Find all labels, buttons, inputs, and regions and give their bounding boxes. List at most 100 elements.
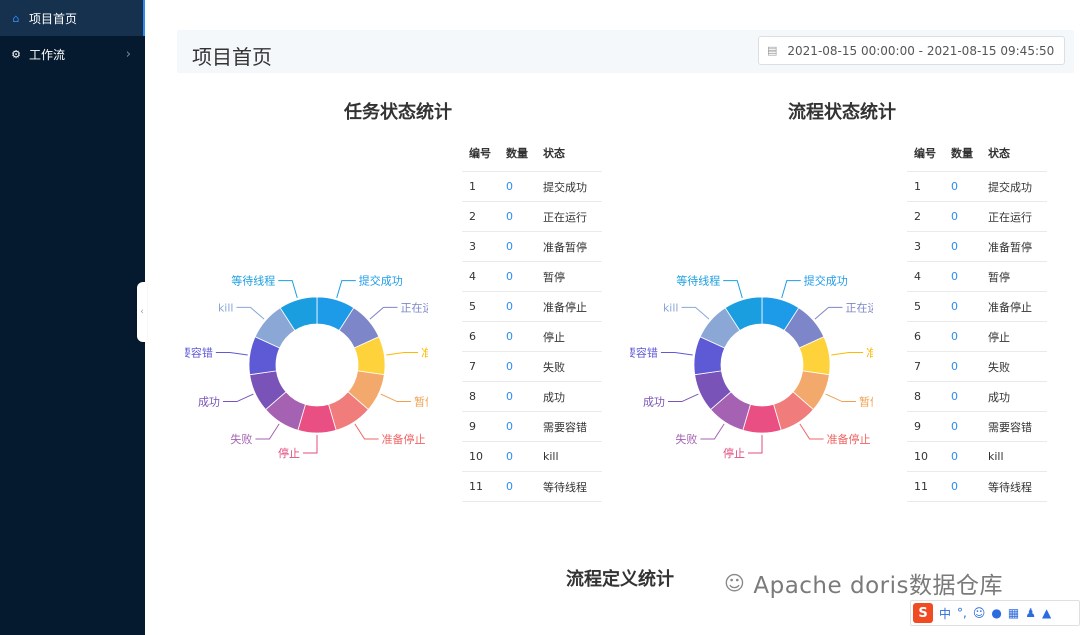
row-count[interactable]: 0 (499, 471, 536, 502)
gear-icon: ⚙ (11, 47, 21, 61)
wechat-icon: ☺ (724, 571, 746, 595)
label-leader-line (700, 423, 725, 440)
slice-label: 成功 (198, 396, 220, 409)
table-row: 4 0 暂停 (907, 261, 1047, 292)
label-leader-line (814, 306, 843, 320)
label-leader-line (369, 306, 398, 320)
slice-label: kill (663, 301, 679, 314)
chevron-right-icon: › (125, 46, 131, 62)
row-count[interactable]: 0 (944, 231, 981, 262)
row-count[interactable]: 0 (944, 381, 981, 412)
row-count[interactable]: 0 (499, 321, 536, 352)
label-leader-line (660, 351, 693, 356)
microphone-icon[interactable]: ● (991, 606, 1001, 620)
row-count[interactable]: 0 (944, 441, 981, 472)
process-status-title: 流程状态统计 (788, 102, 896, 123)
row-id: 7 (462, 351, 499, 382)
table-row: 4 0 暂停 (462, 261, 602, 292)
label-leader-line (681, 306, 710, 320)
row-count[interactable]: 0 (499, 231, 536, 262)
label-leader-line (380, 393, 412, 403)
slice-label: 正在运行 (846, 301, 873, 314)
sidebar-item-workflow[interactable]: ⚙ 工作流 › (0, 36, 145, 72)
row-count[interactable]: 0 (944, 171, 981, 202)
emoji-icon[interactable]: ☺ (973, 606, 986, 620)
ime-punctuation[interactable]: °, (957, 606, 967, 620)
row-id: 10 (462, 441, 499, 472)
keyboard-icon[interactable]: ▦ (1008, 606, 1019, 620)
row-id: 4 (907, 261, 944, 292)
table-row: 2 0 正在运行 (907, 201, 1047, 232)
table-row: 7 0 失败 (907, 351, 1047, 382)
row-count[interactable]: 0 (944, 291, 981, 322)
row-count[interactable]: 0 (499, 411, 536, 442)
slice-label: 等待线程 (676, 274, 720, 288)
label-leader-line (236, 306, 265, 320)
row-id: 10 (907, 441, 944, 472)
row-id: 5 (462, 291, 499, 322)
slice-label: 准备停止 (827, 432, 871, 446)
label-leader-line (781, 280, 801, 298)
row-count[interactable]: 0 (499, 261, 536, 292)
sidebar-item-project-home[interactable]: ⌂ 项目首页 (0, 0, 145, 36)
row-id: 6 (462, 321, 499, 352)
label-leader-line (386, 351, 419, 356)
row-count[interactable]: 0 (944, 261, 981, 292)
label-leader-line (831, 351, 864, 356)
row-id: 5 (907, 291, 944, 322)
row-count[interactable]: 0 (944, 471, 981, 502)
row-count[interactable]: 0 (944, 411, 981, 442)
sidebar-item-label: 工作流 (29, 47, 66, 62)
row-status: 失败 (536, 351, 602, 382)
col-header-count: 数量 (944, 134, 981, 172)
row-status: 需要容错 (981, 411, 1047, 442)
row-count[interactable]: 0 (499, 201, 536, 232)
row-status: 成功 (981, 381, 1047, 412)
row-count[interactable]: 0 (499, 171, 536, 202)
row-id: 1 (907, 171, 944, 202)
row-status: 提交成功 (981, 171, 1047, 202)
row-status: 成功 (536, 381, 602, 412)
slice-label: 需要容错 (630, 345, 658, 359)
row-id: 2 (907, 201, 944, 232)
row-status: 正在运行 (536, 201, 602, 232)
slice-label: 成功 (643, 396, 665, 409)
date-range-picker[interactable]: ▤ 2021-08-15 00:00:00 - 2021-08-15 09:45… (758, 36, 1065, 65)
slice-label: 等待线程 (231, 274, 275, 288)
table-row: 9 0 需要容错 (462, 411, 602, 442)
row-status: kill (981, 441, 1047, 472)
task-status-table: 编号 数量 状态 1 0 提交成功 2 0 正在运行 3 0 准备暂停 4 0 暂停 5 0 准备停止 6 0 停… (462, 134, 602, 502)
sidebar-collapse-handle[interactable]: ‹ (137, 282, 147, 342)
row-status: 准备暂停 (981, 231, 1047, 262)
sogou-logo-icon[interactable]: S (913, 603, 933, 623)
row-id: 1 (462, 171, 499, 202)
table-row: 9 0 需要容错 (907, 411, 1047, 442)
user-icon[interactable]: ♟ (1025, 606, 1036, 620)
row-id: 6 (907, 321, 944, 352)
table-row: 8 0 成功 (462, 381, 602, 412)
row-id: 9 (462, 411, 499, 442)
skin-icon[interactable]: ▲ (1042, 606, 1051, 620)
table-row: 1 0 提交成功 (462, 171, 602, 202)
row-status: 停止 (981, 321, 1047, 352)
row-count[interactable]: 0 (499, 381, 536, 412)
row-status: kill (536, 441, 602, 472)
table-row: 3 0 准备暂停 (462, 231, 602, 262)
slice-label: 正在运行 (401, 301, 428, 314)
row-count[interactable]: 0 (499, 441, 536, 472)
row-count[interactable]: 0 (499, 291, 536, 322)
table-row: 3 0 准备暂停 (907, 231, 1047, 262)
row-count[interactable]: 0 (944, 321, 981, 352)
row-id: 4 (462, 261, 499, 292)
table-row: 6 0 停止 (462, 321, 602, 352)
ime-language[interactable]: 中 (939, 605, 951, 622)
row-count[interactable]: 0 (499, 351, 536, 382)
table-row: 10 0 kill (907, 441, 1047, 472)
watermark: ☺ Apache doris数据仓库 (724, 566, 1003, 600)
slice-label: 准备停止 (382, 432, 426, 446)
slice-label: 提交成功 (804, 274, 848, 288)
row-count[interactable]: 0 (944, 201, 981, 232)
row-status: 准备暂停 (536, 231, 602, 262)
row-count[interactable]: 0 (944, 351, 981, 382)
task-status-donut-chart: 提交成功正在运行准备暂停暂停准备停止停止 失败 成功 需要容错 kill 等待线程 (185, 274, 428, 460)
